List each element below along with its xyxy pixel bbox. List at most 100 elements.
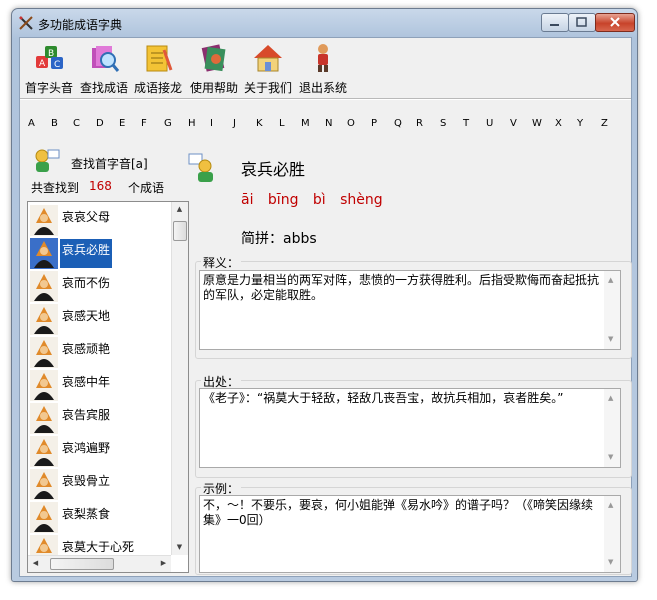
letter-j[interactable]: J xyxy=(233,118,236,129)
idiom-avatar-icon xyxy=(30,238,58,269)
found-prefix: 共查找到 xyxy=(31,181,80,195)
meaning-label: 释义： xyxy=(201,254,242,271)
close-icon xyxy=(610,17,620,27)
letter-t[interactable]: T xyxy=(463,118,469,129)
letter-n[interactable]: N xyxy=(325,118,332,129)
source-text: 《老子》：“祸莫大于轻敌，轻敌几丧吾宝，故抗兵相加，哀者胜矣。” xyxy=(203,391,564,405)
letter-e[interactable]: E xyxy=(119,118,125,129)
minimize-icon xyxy=(550,24,559,26)
toolbar: A B C 首字头音 查找成语 成语接龙 使用帮助 关于我们 退出系统 xyxy=(20,38,631,96)
list-item-label: 哀感顽艳 xyxy=(62,342,111,356)
letter-g[interactable]: G xyxy=(164,118,172,129)
toolbar-button-help[interactable]: 使用帮助 xyxy=(187,42,241,95)
idiom-avatar-icon xyxy=(30,271,58,302)
toolbar-button-search-idiom[interactable]: 查找成语 xyxy=(77,42,131,95)
letter-y[interactable]: Y xyxy=(577,118,583,129)
svg-text:A: A xyxy=(39,59,46,69)
window-title: 多功能成语字典 xyxy=(38,18,123,32)
letter-a[interactable]: A xyxy=(28,118,35,129)
list-item[interactable]: 哀鸿遍野 xyxy=(28,435,169,468)
scroll-left-button[interactable]: ◀ xyxy=(28,556,43,571)
list-item[interactable]: 哀感天地 xyxy=(28,303,169,336)
letter-d[interactable]: D xyxy=(96,118,104,129)
letter-index: A B C D E F G H I J K L M N O P Q R S T U V W X Y Z xyxy=(26,118,626,134)
toolbar-label: 查找成语 xyxy=(79,81,128,95)
letter-p[interactable]: P xyxy=(371,118,377,129)
letter-q[interactable]: Q xyxy=(394,118,402,129)
list-vertical-scrollbar[interactable]: ▲ ▼ xyxy=(171,202,188,555)
exit-person-icon xyxy=(318,44,328,72)
letter-f[interactable]: F xyxy=(141,118,147,129)
toolbar-divider xyxy=(20,98,631,100)
letter-w[interactable]: W xyxy=(532,118,542,129)
list-item-label: 哀告宾服 xyxy=(62,408,111,422)
minimize-button[interactable] xyxy=(541,13,569,32)
idiom-avatar-icon xyxy=(30,370,58,401)
list-item[interactable]: 哀感中年 xyxy=(28,369,169,402)
list-item[interactable]: 哀而不伤 xyxy=(28,270,169,303)
close-button[interactable] xyxy=(595,13,635,32)
letter-x[interactable]: X xyxy=(555,118,562,129)
maximize-button[interactable] xyxy=(568,13,596,32)
scroll-thumb[interactable] xyxy=(173,221,187,241)
toolbar-label: 退出系统 xyxy=(298,81,347,95)
list-item[interactable]: 哀梨蒸食 xyxy=(28,501,169,534)
notepad-pencil-icon xyxy=(146,45,173,72)
list-item-label: 哀莫大于心死 xyxy=(62,540,135,554)
scroll-right-button[interactable]: ▶ xyxy=(156,556,171,571)
meaning-textbox[interactable]: 原意是力量相当的两军对阵，悲愤的一方获得胜利。后指受欺侮而奋起抵抗的军队，必定能… xyxy=(199,270,621,350)
user-search-icon xyxy=(35,149,60,172)
user-card-icon xyxy=(188,153,213,182)
letter-m[interactable]: M xyxy=(301,118,310,129)
list-item[interactable]: 哀告宾服 xyxy=(28,402,169,435)
toolbar-button-exit[interactable]: 退出系统 xyxy=(296,42,350,95)
toolbar-button-about[interactable]: 关于我们 xyxy=(241,42,295,95)
idiom-abbreviation: 简拼：abbs xyxy=(241,231,317,247)
scroll-down-button[interactable]: ▼ xyxy=(172,540,187,555)
idiom-avatar-icon xyxy=(30,337,58,368)
list-item[interactable]: 哀毁骨立 xyxy=(28,468,169,501)
meaning-scrollbar[interactable]: ▲ ▼ xyxy=(604,271,620,349)
letter-h[interactable]: H xyxy=(188,118,196,129)
meaning-text: 原意是力量相当的两军对阵，悲愤的一方获得胜利。后指受欺侮而奋起抵抗的军队，必定能… xyxy=(203,273,600,302)
idiom-avatar-icon xyxy=(30,205,58,236)
source-textbox[interactable]: 《老子》：“祸莫大于轻敌，轻敌几丧吾宝，故抗兵相加，哀者胜矣。” ▲ ▼ xyxy=(199,388,621,468)
app-icon xyxy=(19,16,33,30)
scroll-up-button[interactable]: ▲ xyxy=(172,202,187,217)
title-bar[interactable]: 多功能成语字典 xyxy=(12,9,637,37)
list-item[interactable]: 哀兵必胜 xyxy=(28,237,169,270)
idiom-title: 哀兵必胜 xyxy=(241,160,306,179)
source-scrollbar[interactable]: ▲ ▼ xyxy=(604,389,620,467)
letter-s[interactable]: S xyxy=(440,118,446,129)
search-label: 查找首字音[a] xyxy=(71,157,148,171)
letter-l[interactable]: L xyxy=(279,118,285,129)
svg-text:C: C xyxy=(54,60,60,70)
list-horizontal-scrollbar[interactable]: ◀ ▶ xyxy=(28,555,171,572)
letter-r[interactable]: R xyxy=(416,118,423,129)
list-item[interactable]: 哀感顽艳 xyxy=(28,336,169,369)
found-suffix: 个成语 xyxy=(128,181,165,195)
list-item-label: 哀哀父母 xyxy=(62,210,111,224)
letter-i[interactable]: I xyxy=(210,118,213,129)
idiom-avatar-icon xyxy=(30,502,58,533)
toolbar-label: 成语接龙 xyxy=(133,81,182,95)
example-scrollbar[interactable]: ▲ ▼ xyxy=(604,496,620,572)
letter-k[interactable]: K xyxy=(256,118,263,129)
maximize-icon xyxy=(576,17,587,27)
letter-z[interactable]: Z xyxy=(601,118,608,129)
toolbar-button-idiom-chain[interactable]: 成语接龙 xyxy=(131,42,185,95)
letter-u[interactable]: U xyxy=(486,118,493,129)
letter-o[interactable]: O xyxy=(347,118,355,129)
example-textbox[interactable]: 不，～！不要乐，要哀，何小姐能弹《易水吟》的谱子吗？（《啼笑因缘续集》一0回） … xyxy=(199,495,621,573)
list-item-label: 哀毁骨立 xyxy=(62,474,111,488)
help-book-icon xyxy=(201,44,226,72)
scroll-thumb[interactable] xyxy=(50,558,114,570)
idiom-list[interactable]: 哀哀父母哀兵必胜哀而不伤哀感天地哀感顽艳哀感中年哀告宾服哀鸿遍野哀毁骨立哀梨蒸食… xyxy=(27,201,189,573)
toolbar-button-initial-sound[interactable]: A B C 首字头音 xyxy=(22,42,76,95)
letter-v[interactable]: V xyxy=(510,118,517,129)
list-item[interactable]: 哀哀父母 xyxy=(28,204,169,237)
list-item-label: 哀而不伤 xyxy=(62,276,111,290)
list-item-label: 哀兵必胜 xyxy=(60,239,113,268)
letter-b[interactable]: B xyxy=(51,118,58,129)
letter-c[interactable]: C xyxy=(73,118,80,129)
